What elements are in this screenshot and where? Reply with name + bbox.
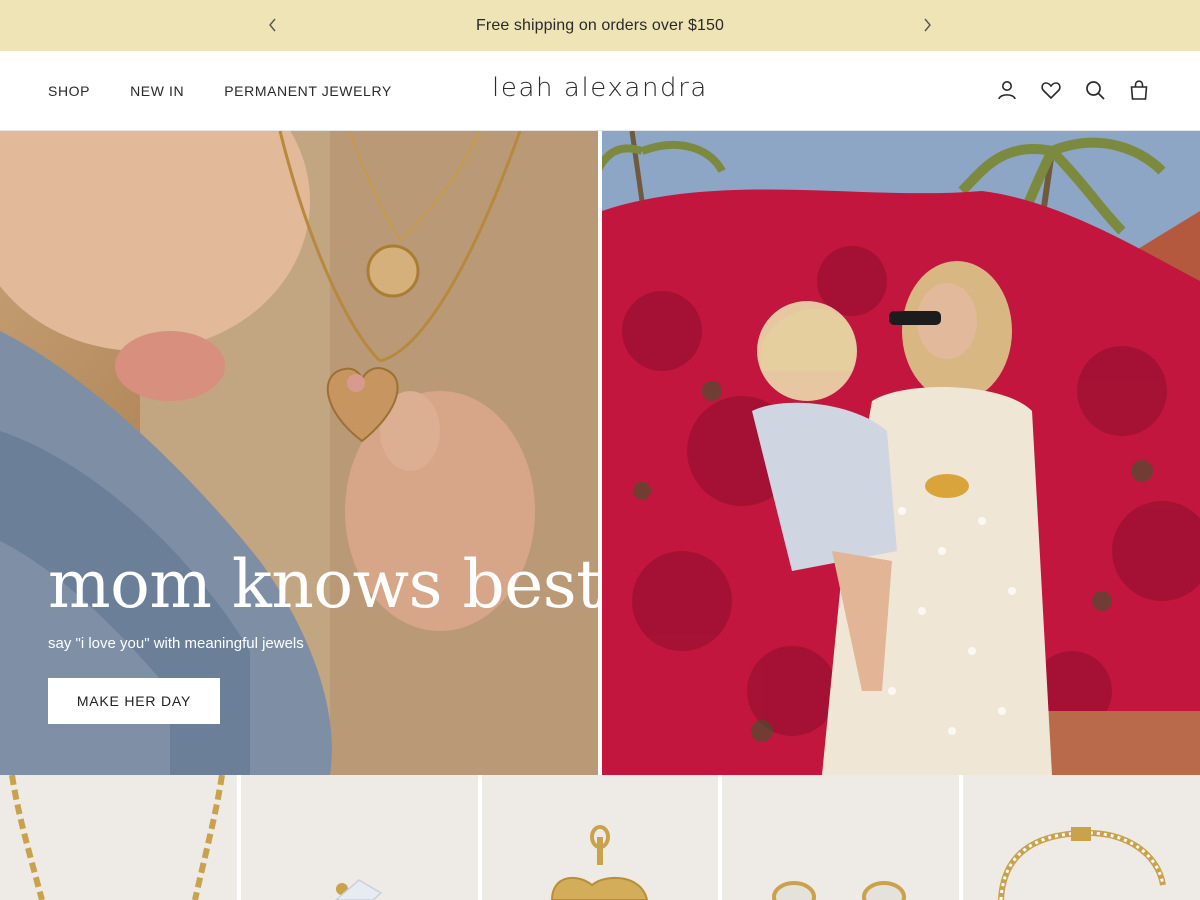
chevron-right-icon[interactable] [916,14,938,36]
chevron-left-icon[interactable] [262,14,284,36]
site-header: SHOP NEW IN PERMANENT JEWELRY leah alexa… [0,51,1200,131]
account-icon[interactable] [994,77,1020,103]
announcement-text: Free shipping on orders over $150 [476,16,724,34]
make-her-day-button[interactable]: MAKE HER DAY [48,678,220,724]
header-actions [994,77,1152,103]
announcement-bar: Free shipping on orders over $150 [0,0,1200,51]
hero-title: mom knows best [48,546,598,623]
hero-text-block: mom knows best say "i love you" with mea… [48,549,598,724]
cart-bag-icon[interactable] [1126,77,1152,103]
hero-section: mom knows best say "i love you" with mea… [0,131,1200,775]
product-row [0,775,1200,900]
product-card-pave-hoop-earrings[interactable] [722,775,960,900]
hero-image-necklace-closeup[interactable]: mom knows best say "i love you" with mea… [0,131,598,775]
hero-subtitle: say "i love you" with meaningful jewels [48,635,304,652]
product-card-tennis-bracelet[interactable] [963,775,1200,900]
product-card-crystal-earring[interactable] [240,775,478,900]
search-icon[interactable] [1082,77,1108,103]
hero-image-mother-and-child[interactable] [602,131,1200,775]
product-card-gold-heart-pendant[interactable] [481,775,719,900]
wishlist-heart-icon[interactable] [1038,77,1064,103]
product-card-gold-chain-necklace[interactable] [0,775,237,900]
